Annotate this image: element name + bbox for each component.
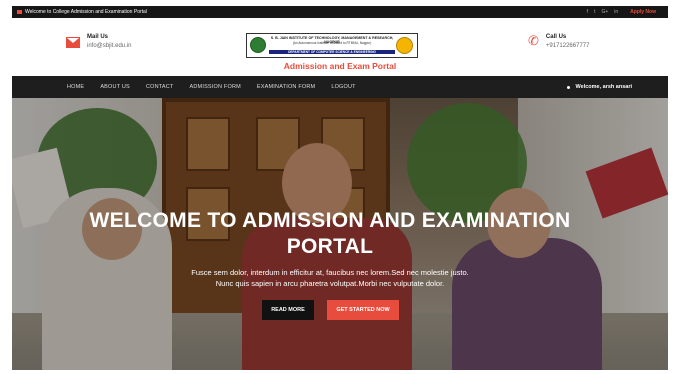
main-nav: HOME ABOUT US CONTACT ADMISSION FORM EXA… <box>12 76 668 98</box>
mail-label: Mail Us <box>87 34 109 40</box>
user-greeting: Welcome, arsh ansari <box>575 84 632 90</box>
call-value[interactable]: +917122667777 <box>546 43 590 49</box>
apply-now-link[interactable]: Apply Now <box>630 9 656 15</box>
mail-small-icon <box>17 10 22 14</box>
nav-item-logout[interactable]: LOGOUT <box>331 84 355 90</box>
header: Mail Us info@sbjit.edu.in S. B. JAIN INS… <box>12 18 668 76</box>
hero-banner: WELCOME TO ADMISSION AND EXAMINATION POR… <box>12 98 668 370</box>
institute-seal-icon <box>250 37 266 53</box>
envelope-icon <box>66 37 80 48</box>
top-bar: Welcome to College Admission and Examina… <box>12 6 668 18</box>
hero-heading-line-1: WELCOME TO ADMISSION AND EXAMINATION <box>89 209 571 232</box>
logo-line-4: DEPARTMENT OF COMPUTER SCIENCE & ENGINEE… <box>269 50 395 54</box>
user-menu[interactable]: Welcome, arsh ansari <box>566 76 632 98</box>
page-frame: Welcome to College Admission and Examina… <box>12 6 668 370</box>
accreditation-seal-icon <box>396 37 413 54</box>
nav-item-examination-form[interactable]: EXAMINATION FORM <box>257 84 315 90</box>
get-started-button[interactable]: GET STARTED NOW <box>327 300 399 320</box>
nav-item-about-us[interactable]: ABOUT US <box>100 84 130 90</box>
call-label: Call Us <box>545 34 567 40</box>
twitter-icon[interactable]: t <box>594 9 595 15</box>
hero-heading-line-2: PORTAL <box>286 235 374 258</box>
nav-item-admission-form[interactable]: ADMISSION FORM <box>190 84 241 90</box>
hero-heading: WELCOME TO ADMISSION AND EXAMINATION POR… <box>52 208 608 260</box>
google-plus-icon[interactable]: G+ <box>601 9 608 15</box>
nav-item-contact[interactable]: CONTACT <box>146 84 174 90</box>
bullet-icon <box>566 85 570 89</box>
mail-value[interactable]: info@sbjit.edu.in <box>87 43 131 49</box>
welcome-text: Welcome to College Admission and Examina… <box>25 9 147 15</box>
phone-icon: ✆ <box>528 33 539 48</box>
top-bar-links: f t G+ in Apply Now <box>587 9 656 15</box>
mail-contact: Mail Us info@sbjit.edu.in <box>66 34 131 49</box>
hero-subtext-line-2: Nunc quis sapien in arcu pharetra volutp… <box>215 279 445 288</box>
logo-line-2: (An Autonomous Institute, Affiliated to … <box>292 41 372 45</box>
hero-subtext: Fusce sem dolor, interdum in efficitur a… <box>142 267 518 289</box>
nav-item-home[interactable]: HOME <box>67 84 84 90</box>
portal-title: Admission and Exam Portal <box>283 61 397 71</box>
hero-subtext-line-1: Fusce sem dolor, interdum in efficitur a… <box>191 268 469 277</box>
read-more-button[interactable]: READ MORE <box>262 300 314 320</box>
top-bar-welcome: Welcome to College Admission and Examina… <box>17 9 147 15</box>
call-contact: ✆ Call Us +917122667777 <box>528 34 589 49</box>
facebook-icon[interactable]: f <box>587 9 588 15</box>
linkedin-icon[interactable]: in <box>614 9 618 15</box>
institute-logo-banner: S. B. JAIN INSTITUTE OF TECHNOLOGY, MANA… <box>246 33 418 58</box>
